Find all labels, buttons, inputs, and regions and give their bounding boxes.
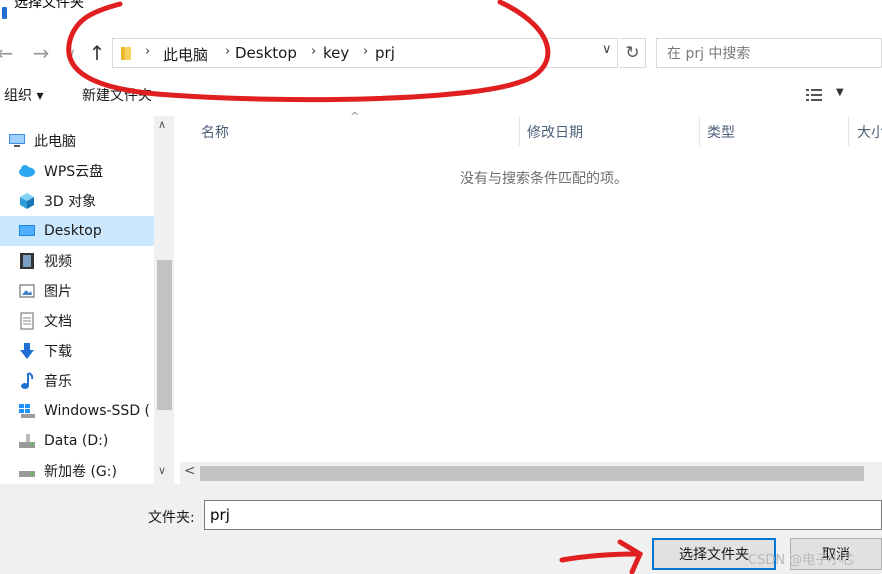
sidebar-item-wps-cloud[interactable]: WPS云盘 (0, 156, 154, 186)
sidebar-item-label: 此电脑 (34, 134, 76, 150)
breadcrumb-separator: › (145, 44, 151, 59)
recent-locations-button[interactable]: ∨ (60, 40, 82, 66)
sidebar-item-label: 图片 (44, 284, 72, 300)
sidebar-item-videos[interactable]: 视频 (0, 246, 154, 276)
breadcrumb-key[interactable]: key (323, 44, 349, 62)
sidebar-item-3d-objects[interactable]: 3D 对象 (0, 186, 154, 216)
column-divider[interactable] (519, 116, 520, 146)
address-dropdown-icon[interactable]: ∨ (602, 42, 612, 57)
sidebar-item-desktop[interactable]: Desktop (0, 216, 154, 246)
sidebar-item-label: 3D 对象 (44, 194, 97, 210)
sidebar-item-label: Data (D:) (44, 433, 109, 449)
sidebar-item-label: 文档 (44, 314, 72, 330)
music-icon (18, 372, 36, 390)
sidebar-item-label: WPS云盘 (44, 164, 104, 180)
scroll-left-icon[interactable]: < (184, 463, 196, 479)
column-divider[interactable] (699, 116, 700, 146)
scroll-down-icon[interactable]: ∨ (158, 464, 166, 477)
column-header-type[interactable]: 类型 (707, 122, 735, 142)
back-button[interactable]: ← (0, 40, 16, 66)
organize-button[interactable]: 组织 ▾ (4, 85, 43, 105)
breadcrumb-separator: › (363, 44, 369, 59)
sidebar-item-new-volume-g[interactable]: 新加卷 (G:) (0, 456, 154, 486)
scroll-up-icon[interactable]: ∧ (158, 118, 166, 131)
filelist-scrollbar-thumb[interactable] (200, 466, 864, 481)
window-title: 选择文件夹 (14, 0, 84, 11)
view-dropdown-icon[interactable]: ▼ (836, 87, 844, 98)
folder-icon (121, 47, 131, 60)
up-button[interactable]: ↑ (86, 40, 108, 66)
desktop-icon (18, 222, 36, 240)
breadcrumb-separator: › (311, 44, 317, 59)
search-box[interactable] (656, 38, 882, 68)
cloud-icon (18, 162, 36, 180)
computer-icon (8, 132, 26, 150)
cube-icon (18, 192, 36, 210)
sidebar-item-label: 新加卷 (G:) (44, 464, 117, 480)
sidebar-item-data-d[interactable]: Data (D:) (0, 426, 154, 456)
download-icon (18, 342, 36, 360)
back-arrow-icon: ← (0, 41, 14, 65)
sidebar-item-label: Windows-SSD ( (44, 403, 151, 419)
refresh-icon: ↻ (625, 43, 640, 63)
picture-icon (18, 282, 36, 300)
title-bar: 选择文件夹 (0, 0, 882, 28)
video-icon (18, 252, 36, 270)
breadcrumb-separator: › (225, 44, 231, 59)
forward-arrow-icon: → (32, 41, 50, 65)
drive-icon (18, 462, 36, 480)
sidebar-item-music[interactable]: 音乐 (0, 366, 154, 396)
new-folder-button[interactable]: 新建文件夹 (82, 85, 152, 105)
folder-label: 文件夹: (148, 510, 195, 526)
refresh-button[interactable]: ↻ (620, 38, 646, 68)
view-options-icon[interactable] (806, 88, 822, 102)
sidebar-item-pictures[interactable]: 图片 (0, 276, 154, 306)
address-bar[interactable]: › 此电脑 › Desktop › key › prj ∨ (112, 38, 618, 68)
app-icon (2, 7, 7, 19)
search-input[interactable] (665, 40, 869, 68)
sidebar-item-windows-ssd[interactable]: Windows-SSD ( (0, 396, 154, 426)
column-header-modified[interactable]: 修改日期 (527, 122, 583, 142)
empty-folder-message: 没有与搜索条件匹配的项。 (460, 171, 628, 187)
sidebar-item-this-pc[interactable]: 此电脑 (0, 126, 154, 156)
column-divider[interactable] (848, 116, 849, 146)
windows-drive-icon (18, 402, 36, 420)
document-icon (18, 312, 36, 330)
chevron-down-icon: ∨ (66, 45, 76, 61)
column-header-name[interactable]: 名称 (201, 122, 229, 142)
breadcrumb-this-pc[interactable]: 此电脑 (163, 44, 208, 65)
drive-icon (18, 432, 36, 450)
sidebar-item-label: 下载 (44, 344, 72, 360)
sidebar-item-label: 视频 (44, 254, 72, 270)
up-arrow-icon: ↑ (88, 41, 106, 65)
folder-name-input[interactable] (204, 500, 882, 530)
sidebar-item-documents[interactable]: 文档 (0, 306, 154, 336)
navigation-scrollbar-thumb[interactable] (157, 260, 172, 410)
sidebar-item-downloads[interactable]: 下载 (0, 336, 154, 366)
sidebar-item-label: Desktop (44, 223, 102, 239)
forward-button[interactable]: → (30, 40, 52, 66)
breadcrumb-desktop[interactable]: Desktop (235, 44, 297, 62)
watermark: CSDN @电子小芯 (748, 553, 855, 568)
sidebar-item-label: 音乐 (44, 374, 72, 390)
breadcrumb-prj[interactable]: prj (375, 44, 395, 62)
sort-indicator-icon: ^ (350, 110, 360, 123)
column-header-size[interactable]: 大小 (857, 122, 882, 142)
navigation-pane: 此电脑 WPS云盘 3D 对象 Desktop 视频 图片 文档 下载 音乐 W… (0, 116, 176, 484)
